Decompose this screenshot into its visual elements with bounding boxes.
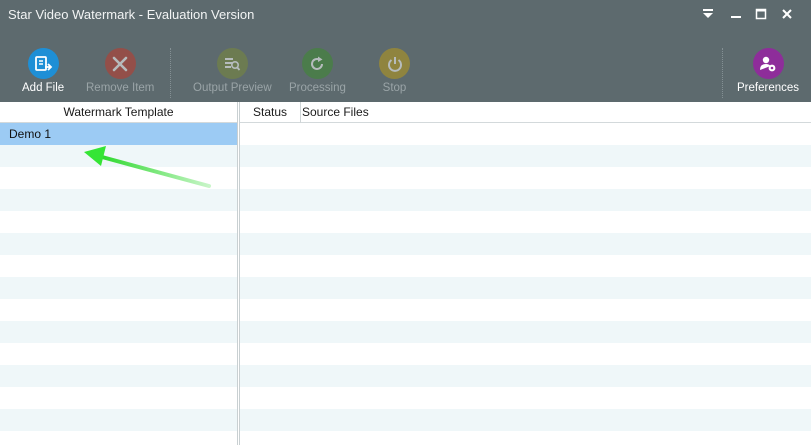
toolbar-separator — [722, 48, 723, 98]
list-item-label: Demo 1 — [9, 127, 52, 141]
toolbar-separator — [170, 48, 171, 98]
add-file-icon — [27, 48, 59, 79]
remove-icon — [104, 48, 136, 79]
preferences-button[interactable]: Preferences — [737, 48, 799, 100]
empty-row — [0, 321, 237, 343]
empty-row — [240, 167, 811, 189]
empty-row — [240, 365, 811, 387]
remove-item-label: Remove Item — [86, 82, 155, 94]
empty-row — [0, 167, 237, 189]
empty-row — [0, 255, 237, 277]
output-preview-label: Output Preview — [193, 82, 272, 94]
preferences-label: Preferences — [737, 82, 800, 94]
close-icon — [782, 9, 792, 19]
empty-row — [0, 189, 237, 211]
empty-row — [240, 211, 811, 233]
refresh-icon — [301, 48, 333, 79]
maximize-icon — [755, 8, 767, 20]
status-column-header[interactable]: Status — [240, 102, 300, 123]
empty-row — [0, 365, 237, 387]
empty-row — [240, 387, 811, 409]
close-button[interactable] — [776, 4, 798, 24]
processing-button[interactable]: Processing — [289, 48, 346, 100]
empty-row — [240, 409, 811, 431]
empty-row — [0, 277, 237, 299]
app-window: Star Video Watermark - Evaluation Versio… — [0, 0, 811, 445]
empty-row — [0, 409, 237, 431]
processing-label: Processing — [289, 82, 346, 94]
toolbar: Add File Remove Item Output Preview Proc… — [0, 30, 811, 102]
empty-row — [240, 321, 811, 343]
power-icon — [379, 48, 410, 79]
empty-row — [240, 233, 811, 255]
add-file-button[interactable]: Add File — [22, 48, 64, 100]
file-list — [240, 123, 811, 445]
output-preview-button[interactable]: Output Preview — [193, 48, 272, 100]
stop-label: Stop — [382, 82, 407, 94]
empty-row — [240, 299, 811, 321]
empty-row — [240, 123, 811, 145]
empty-row — [240, 189, 811, 211]
empty-row — [0, 343, 237, 365]
title-bar: Star Video Watermark - Evaluation Versio… — [0, 0, 811, 30]
empty-row — [0, 431, 237, 445]
source-files-column-header[interactable]: Source Files — [301, 102, 811, 123]
stop-button[interactable]: Stop — [379, 48, 410, 100]
empty-row — [0, 211, 237, 233]
empty-row — [0, 299, 237, 321]
maximize-button[interactable] — [750, 4, 772, 24]
empty-row — [240, 277, 811, 299]
source-files-panel: Status Source Files — [239, 102, 811, 445]
caret-down-icon — [703, 9, 713, 18]
template-list: Demo 1 — [0, 123, 237, 445]
list-item[interactable]: Demo 1 — [0, 123, 237, 145]
watermark-template-header[interactable]: Watermark Template — [0, 102, 237, 123]
add-file-label: Add File — [22, 82, 65, 94]
watermark-template-panel: Watermark Template Demo 1 — [0, 102, 238, 445]
empty-row — [240, 343, 811, 365]
user-settings-icon — [752, 48, 784, 79]
empty-row — [0, 233, 237, 255]
empty-row — [0, 387, 237, 409]
window-title: Star Video Watermark - Evaluation Versio… — [8, 7, 255, 22]
main-content: Watermark Template Demo 1 Status Source … — [0, 102, 811, 445]
minimize-button[interactable] — [725, 4, 747, 24]
empty-row — [0, 145, 237, 167]
minimize-icon — [731, 16, 741, 18]
empty-row — [240, 255, 811, 277]
menu-dropdown-button[interactable] — [697, 4, 719, 24]
empty-row — [240, 431, 811, 445]
empty-row — [240, 145, 811, 167]
remove-item-button[interactable]: Remove Item — [86, 48, 154, 100]
preview-icon — [216, 48, 248, 79]
